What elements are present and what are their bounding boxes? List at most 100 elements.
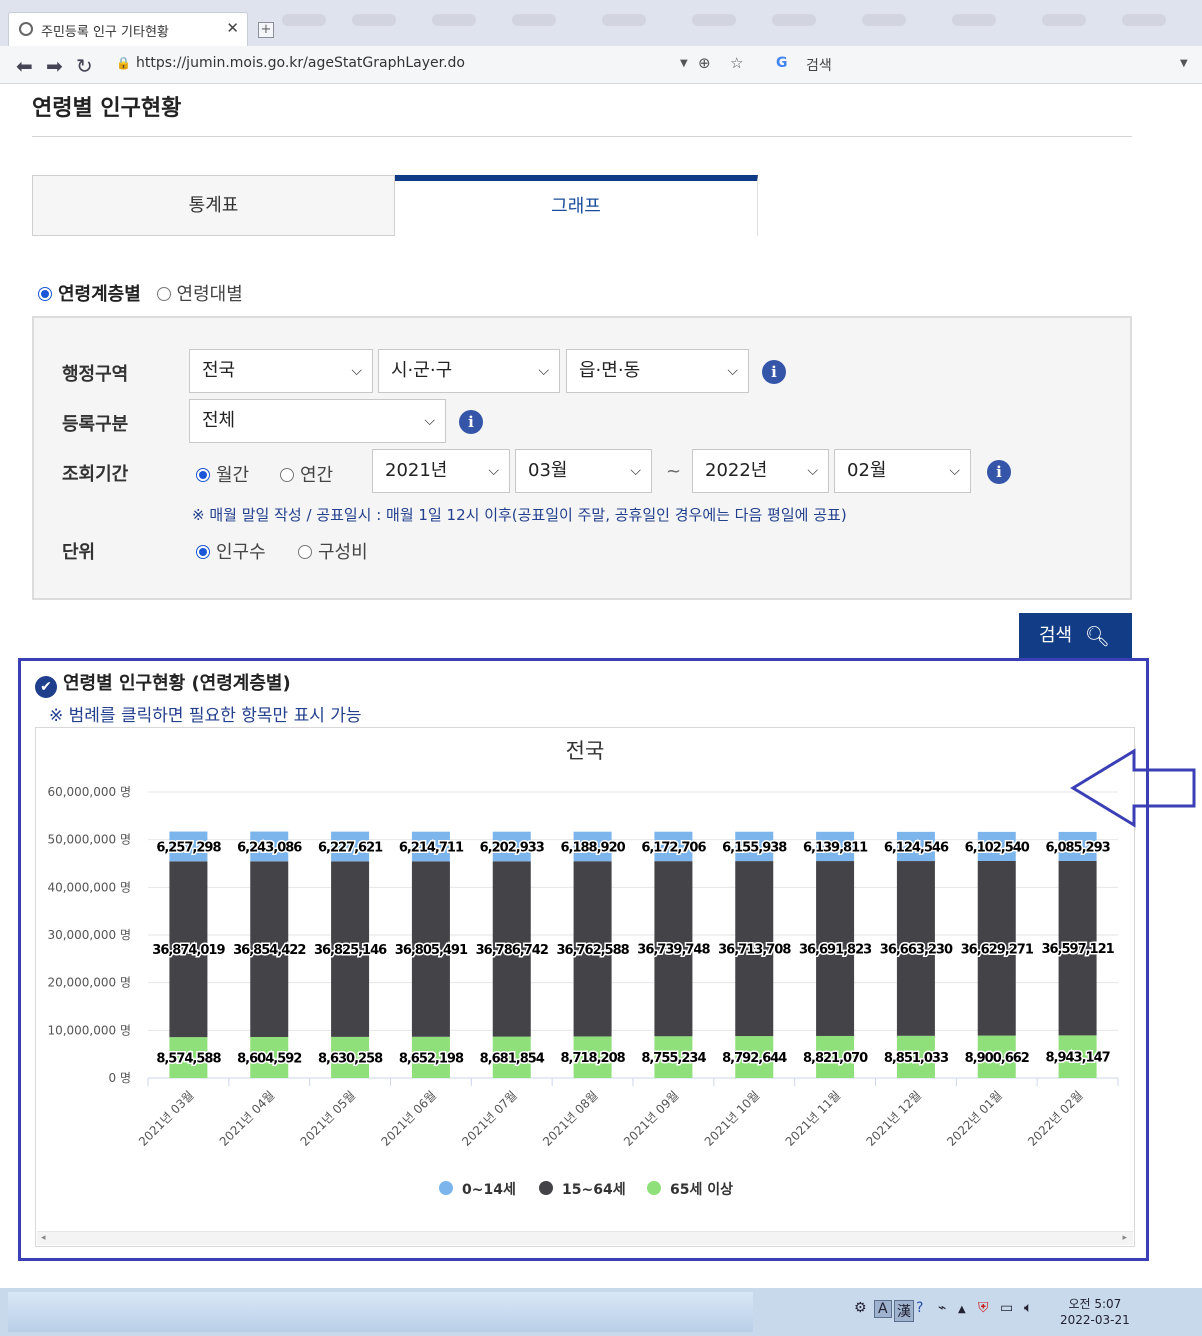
ime-mode-icon[interactable]: A bbox=[874, 1300, 892, 1318]
scroll-left-icon[interactable]: ◂ bbox=[41, 1233, 46, 1243]
data-label: 36,691,823 bbox=[799, 943, 872, 958]
bookmark-item[interactable] bbox=[602, 14, 646, 26]
ime-options-icon[interactable]: ⌁ bbox=[938, 1300, 946, 1316]
data-label: 8,792,644 bbox=[722, 1051, 787, 1066]
horizontal-scrollbar[interactable]: ◂ ▸ bbox=[37, 1231, 1133, 1245]
radio-unit-ratio-label[interactable]: 구성비 bbox=[318, 542, 368, 563]
info-icon[interactable]: i bbox=[762, 360, 786, 384]
radio-monthly[interactable] bbox=[196, 468, 210, 482]
bookmarks-bar bbox=[282, 14, 1202, 28]
radio-monthly-label[interactable]: 월간 bbox=[216, 465, 249, 486]
check-circle-icon: ✔ bbox=[35, 676, 57, 698]
radio-age-decade[interactable] bbox=[156, 287, 171, 301]
back-arrow-icon[interactable]: ⬅ bbox=[16, 54, 33, 78]
to-year-select[interactable]: 2022년 ⌵ bbox=[692, 449, 829, 493]
close-icon[interactable]: ✕ bbox=[226, 19, 239, 37]
y-tick-label: 10,000,000 명 bbox=[47, 1023, 131, 1037]
region-sigungu-select[interactable]: 시·군·구 ⌵ bbox=[378, 349, 560, 393]
reg-type-select[interactable]: 전체 ⌵ bbox=[189, 399, 446, 443]
period-yearly-option[interactable]: 연간 bbox=[280, 461, 333, 487]
radio-age-group[interactable] bbox=[38, 287, 52, 301]
monitor-icon[interactable]: ▭ bbox=[1000, 1300, 1013, 1316]
unit-count-option[interactable]: 인구수 bbox=[196, 538, 266, 564]
bookmark-item[interactable] bbox=[352, 14, 396, 26]
network-icon[interactable]: ⚙ bbox=[854, 1300, 867, 1316]
data-label: 36,874,019 bbox=[152, 943, 225, 958]
region-sigungu-value: 시·군·구 bbox=[391, 360, 453, 381]
unit-ratio-option[interactable]: 구성비 bbox=[298, 538, 368, 564]
radio-unit-ratio[interactable] bbox=[298, 545, 312, 559]
chart-frame: 전국 60,000,000 명 50,000,000 명 40,000,000 명 30… bbox=[35, 727, 1135, 1247]
data-label: 6,214,711 bbox=[399, 841, 464, 856]
data-label: 6,172,706 bbox=[641, 840, 706, 855]
magnifier-icon: 🔍︎ bbox=[1084, 624, 1110, 648]
radio-yearly[interactable] bbox=[280, 468, 294, 482]
search-box[interactable]: 검색 bbox=[806, 55, 832, 75]
data-label: 36,854,422 bbox=[233, 943, 305, 958]
help-icon[interactable]: ? bbox=[916, 1300, 923, 1316]
google-icon[interactable]: G bbox=[776, 55, 788, 71]
new-tab-button[interactable]: + bbox=[258, 22, 274, 38]
scroll-right-icon[interactable]: ▸ bbox=[1122, 1233, 1127, 1243]
radio-age-decade-label[interactable]: 연령대별 bbox=[177, 284, 243, 305]
taskbar-window-area[interactable] bbox=[8, 1292, 753, 1332]
info-icon[interactable]: i bbox=[987, 460, 1011, 484]
browser-tabbar: 주민등록 인구 기타현황 ✕ + bbox=[0, 0, 1202, 46]
chart-title: 전국 bbox=[566, 739, 605, 763]
dropdown-arrow-icon[interactable]: ▼ bbox=[680, 58, 688, 69]
data-label: 6,188,920 bbox=[560, 840, 625, 855]
chevron-down-icon: ⌵ bbox=[424, 413, 435, 429]
url-field[interactable]: https://jumin.mois.go.kr/ageStatGraphLay… bbox=[136, 55, 465, 71]
y-tick-label: 60,000,000 명 bbox=[47, 785, 131, 799]
annotation-arrow-icon bbox=[1070, 748, 1196, 828]
bookmark-item[interactable] bbox=[952, 14, 996, 26]
x-tick-label: 2021년 06월 bbox=[378, 1088, 439, 1149]
tray-expand-icon[interactable]: ▲ bbox=[958, 1304, 966, 1315]
bookmark-item[interactable] bbox=[1122, 14, 1166, 26]
volume-icon[interactable]: 🔈︎ bbox=[1024, 1300, 1032, 1316]
data-label: 6,124,546 bbox=[884, 840, 949, 855]
radio-unit-count[interactable] bbox=[196, 545, 210, 559]
search-button[interactable]: 검색 🔍︎ bbox=[1019, 613, 1132, 659]
data-label: 8,900,662 bbox=[965, 1051, 1029, 1066]
bookmark-item[interactable] bbox=[512, 14, 556, 26]
region-dong-select[interactable]: 읍·면·동 ⌵ bbox=[566, 349, 749, 393]
ime-hanja-icon[interactable]: 漢 bbox=[894, 1300, 914, 1322]
security-icon[interactable]: ⛨ bbox=[978, 1300, 989, 1316]
data-label: 6,139,811 bbox=[803, 840, 868, 855]
bookmark-item[interactable] bbox=[862, 14, 906, 26]
browser-tab[interactable]: 주민등록 인구 기타현황 ✕ bbox=[8, 12, 248, 46]
publication-note: ※ 매월 말일 작성 / 공표일시 : 매월 1일 12시 이후(공표일이 주말… bbox=[192, 506, 847, 524]
radio-age-group-label[interactable]: 연령계층별 bbox=[58, 284, 141, 305]
bookmark-item[interactable] bbox=[692, 14, 736, 26]
bookmark-item[interactable] bbox=[772, 14, 816, 26]
zoom-icon[interactable]: ⊕ bbox=[698, 54, 711, 72]
data-label: 6,085,293 bbox=[1045, 840, 1110, 855]
x-tick-label: 2021년 12월 bbox=[863, 1088, 924, 1149]
bookmark-item[interactable] bbox=[282, 14, 326, 26]
x-tick-label: 2021년 07월 bbox=[459, 1088, 520, 1149]
forward-arrow-icon[interactable]: ➡ bbox=[46, 54, 63, 78]
period-monthly-option[interactable]: 월간 bbox=[196, 461, 249, 487]
lock-icon: 🔒 bbox=[116, 56, 131, 70]
chevron-down-icon: ⌵ bbox=[630, 463, 641, 479]
radio-yearly-label[interactable]: 연간 bbox=[300, 465, 333, 486]
bookmark-item[interactable] bbox=[432, 14, 476, 26]
bookmark-item[interactable] bbox=[1042, 14, 1086, 26]
from-month-select[interactable]: 03월 ⌵ bbox=[515, 449, 652, 493]
radio-unit-count-label[interactable]: 인구수 bbox=[216, 542, 266, 563]
region-sido-select[interactable]: 전국 ⌵ bbox=[189, 349, 373, 393]
from-year-select[interactable]: 2021년 ⌵ bbox=[372, 449, 510, 493]
globe-icon bbox=[19, 22, 33, 36]
tab-graph[interactable]: 그래프 bbox=[395, 175, 758, 236]
region-label: 행정구역 bbox=[62, 364, 129, 385]
tab-statistics-table[interactable]: 통계표 bbox=[32, 175, 395, 236]
data-label: 36,597,121 bbox=[1041, 942, 1114, 957]
taskbar-clock[interactable]: 오전 5:07 2022-03-21 bbox=[1060, 1296, 1130, 1328]
star-icon[interactable]: ☆ bbox=[730, 54, 743, 72]
search-dropdown-icon[interactable]: ▼ bbox=[1180, 58, 1188, 69]
to-month-select[interactable]: 02월 ⌵ bbox=[834, 449, 971, 493]
refresh-icon[interactable]: ↻ bbox=[76, 54, 93, 78]
info-icon[interactable]: i bbox=[459, 410, 483, 434]
stacked-bar-chart: 전국 60,000,000 명 50,000,000 명 40,000,000 명 30… bbox=[47, 739, 1119, 1198]
